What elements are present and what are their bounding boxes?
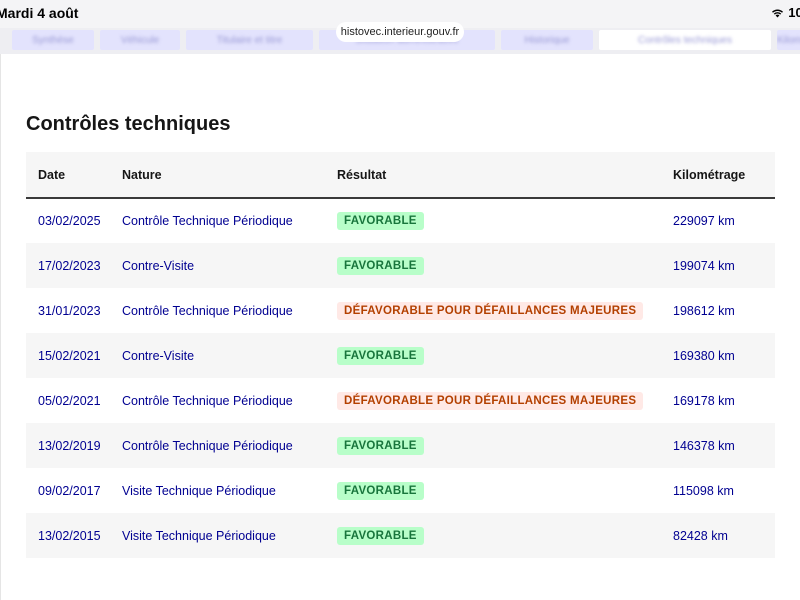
cell-date: 17/02/2023 [26,243,122,288]
cell-result: FAVORABLE [337,423,673,468]
status-badge: FAVORABLE [337,436,424,455]
url-bar[interactable]: histovec.interieur.gouv.fr [336,22,464,42]
status-time: Mardi 4 août [0,5,79,21]
tab-titulaire[interactable]: Titulaire et titre [186,30,313,50]
cell-nature: Contrôle Technique Périodique [122,214,293,228]
cell-result: FAVORABLE [337,513,673,558]
column-header-result: Résultat [337,152,673,199]
status-badge: FAVORABLE [337,212,424,230]
cell-result: DÉFAVORABLE POUR DÉFAILLANCES MAJEURES [337,378,673,423]
table-row: 31/01/2023 Contrôle Technique Périodique… [26,288,775,333]
table-row: 17/02/2023 Contre-Visite FAVORABLE 19907… [26,243,775,288]
cell-mileage: 199074 km [673,243,775,288]
tab-synthese[interactable]: Synthèse [12,30,94,50]
cell-result: FAVORABLE [337,333,673,378]
status-badge: DÉFAVORABLE POUR DÉFAILLANCES MAJEURES [337,301,644,320]
status-badge: FAVORABLE [337,481,424,500]
status-badge: FAVORABLE [337,346,424,365]
tab-historique[interactable]: Historique [501,30,593,50]
cell-date: 15/02/2021 [26,333,122,378]
cell-mileage: 169380 km [673,333,775,378]
tab-vehicule[interactable]: Véhicule [100,30,180,50]
cell-mileage: 146378 km [673,423,775,468]
cell-result: FAVORABLE [337,243,673,288]
page-title: Contrôles techniques [26,113,231,135]
wifi-icon [772,9,784,17]
cell-mileage: 198612 km [673,303,735,318]
table-row: 13/02/2019 Contrôle Technique Périodique… [26,423,775,468]
divider [0,54,1,600]
column-header-mileage: Kilométrage [673,152,775,199]
table-row: 15/02/2021 Contre-Visite FAVORABLE 16938… [26,333,775,378]
cell-date: 31/01/2023 [38,303,101,318]
controles-table: Date Nature Résultat Kilométrage 03/02/2… [26,152,775,558]
cell-date: 03/02/2025 [38,214,101,228]
column-header-nature: Nature [122,152,337,199]
tab-kilometrage[interactable]: Kilométrage [777,30,800,50]
status-badge: FAVORABLE [337,526,424,545]
cell-date: 13/02/2015 [26,513,122,558]
table-row: 05/02/2021 Contrôle Technique Périodique… [26,378,775,423]
cell-mileage: 229097 km [673,214,735,228]
cell-result: DÉFAVORABLE POUR DÉFAILLANCES MAJEURES [337,288,673,333]
cell-nature: Contrôle Technique Périodique [122,423,337,468]
cell-mileage: 115098 km [673,483,734,498]
status-badge: DÉFAVORABLE POUR DÉFAILLANCES MAJEURES [337,391,644,410]
cell-nature: Visite Technique Périodique [122,513,337,558]
cell-nature: Contre-Visite [122,333,337,378]
cell-mileage: 82428 km [673,513,775,558]
cell-nature: Contrôle Technique Périodique [122,303,293,318]
cell-result: FAVORABLE [337,198,673,243]
table-row: 03/02/2025 Contrôle Technique Périodique… [26,198,775,243]
cell-result: FAVORABLE [337,468,673,513]
table-row: 09/02/2017 Visite Technique Périodique F… [26,468,775,513]
cell-date: 05/02/2021 [38,393,101,408]
tab-controles-techniques[interactable]: Contrôles techniques [599,30,771,50]
status-badge: FAVORABLE [337,256,424,275]
cell-date: 09/02/2017 [38,483,101,498]
status-indicators: 100 [771,5,800,20]
column-header-date: Date [26,152,122,199]
cell-date: 13/02/2019 [26,423,122,468]
battery-percent: 100 [788,5,800,20]
cell-mileage: 169178 km [673,393,735,408]
cell-nature: Visite Technique Périodique [122,483,276,498]
cell-nature: Contrôle Technique Périodique [122,393,293,408]
table-row: 13/02/2015 Visite Technique Périodique F… [26,513,775,558]
table-header-row: Date Nature Résultat Kilométrage [26,152,775,199]
cell-nature: Contre-Visite [122,243,337,288]
